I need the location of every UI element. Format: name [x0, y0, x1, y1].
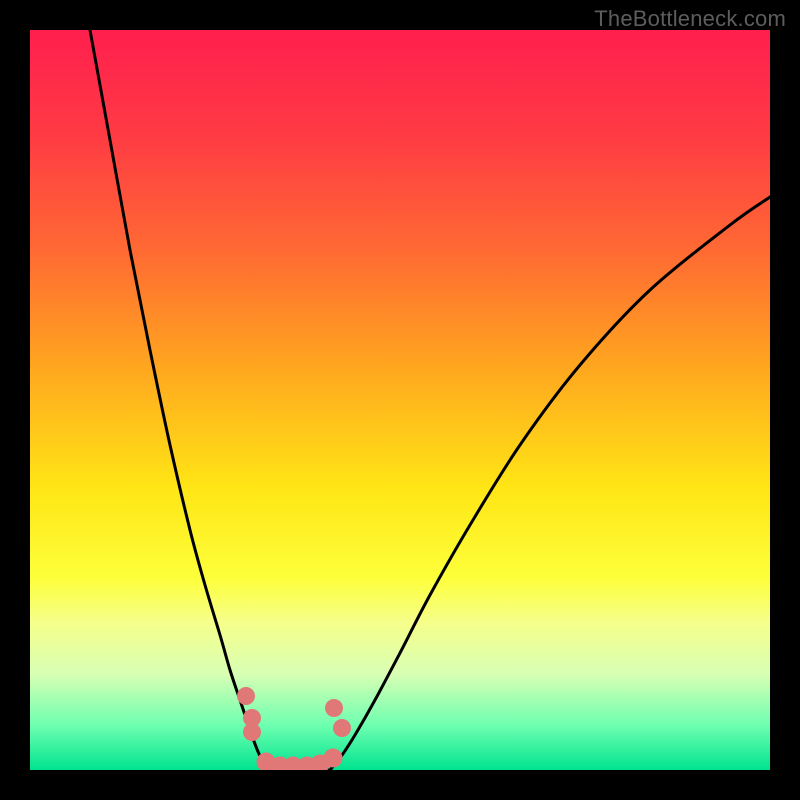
marker-right-stem-markers: [325, 699, 343, 717]
chart-svg: [30, 30, 770, 770]
marker-left-stem-markers: [237, 687, 255, 705]
marker-left-stem-markers: [243, 723, 261, 741]
chart-background-gradient: [30, 30, 770, 770]
marker-floor-markers: [324, 749, 343, 768]
watermark-text: TheBottleneck.com: [594, 6, 786, 32]
marker-right-stem-markers: [333, 719, 351, 737]
chart-frame: TheBottleneck.com: [0, 0, 800, 800]
chart-plot-area: [30, 30, 770, 770]
